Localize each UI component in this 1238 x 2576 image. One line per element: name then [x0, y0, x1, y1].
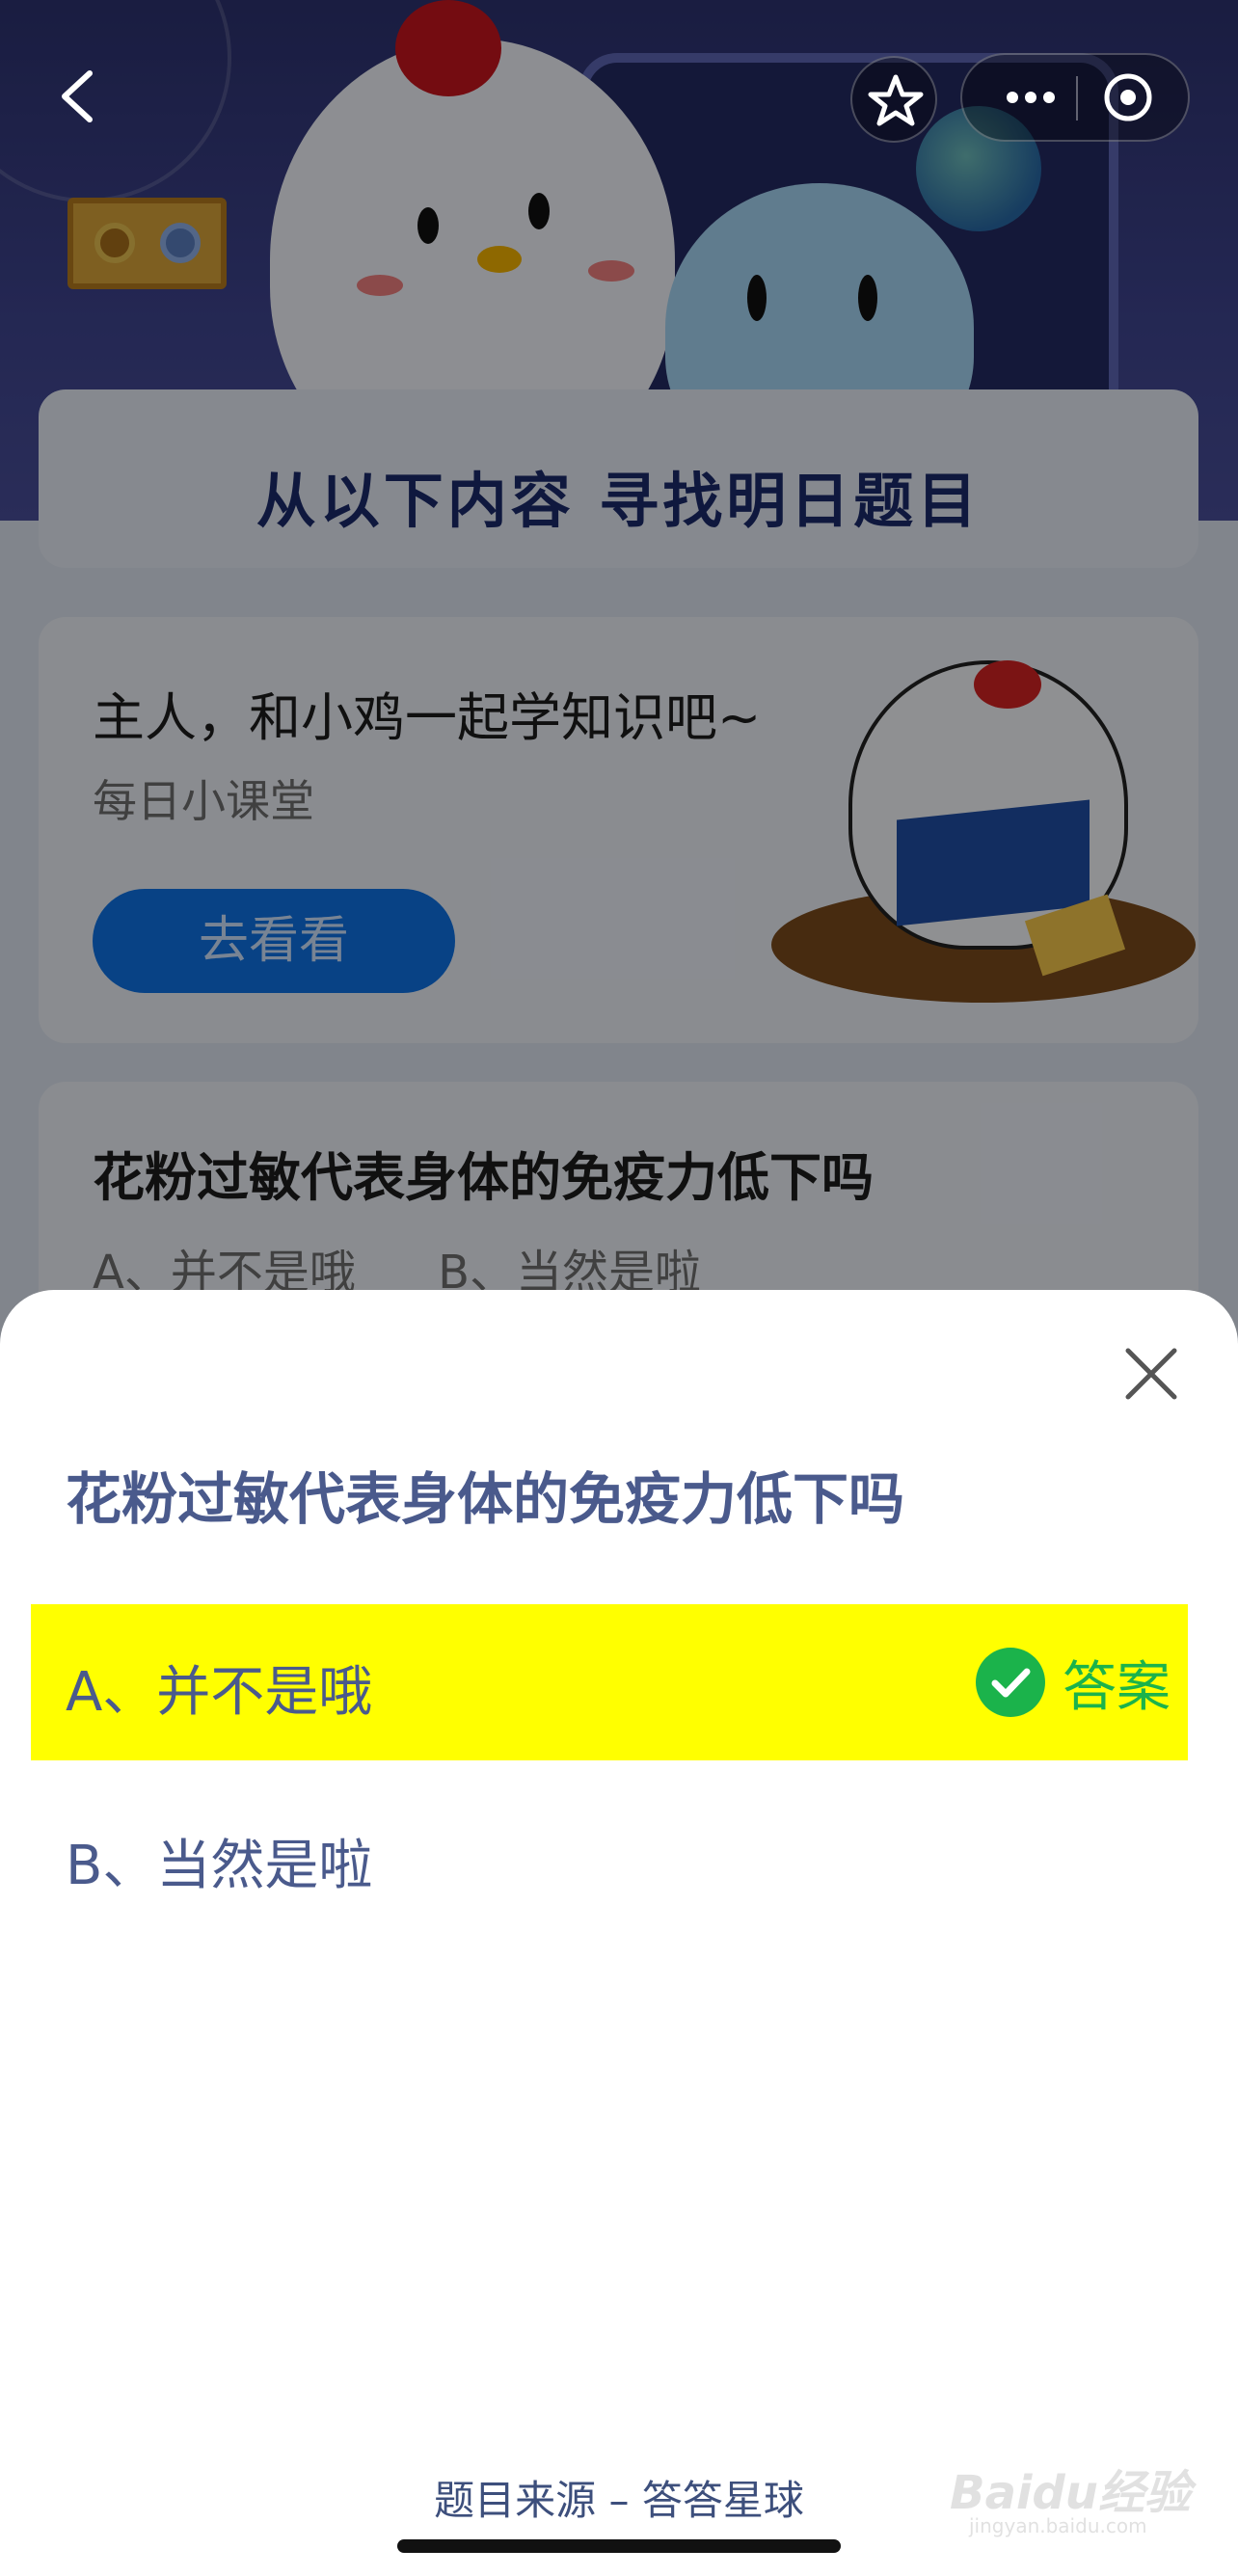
answer-badge-text: 答案	[1063, 1655, 1171, 1719]
favorite-button[interactable]	[850, 56, 937, 143]
option-a[interactable]: A、并不是哦 答案	[31, 1604, 1188, 1760]
close-button[interactable]	[1120, 1343, 1182, 1405]
more-dots-icon	[1007, 92, 1055, 103]
option-b-label: B、当然是啦	[66, 1835, 373, 1897]
option-a-label: A、并不是哦	[66, 1661, 373, 1724]
star-icon	[868, 74, 924, 126]
answer-badge: 答案	[976, 1641, 1171, 1724]
close-miniprogram-button[interactable]	[1080, 55, 1188, 140]
capsule-divider	[1076, 76, 1078, 121]
more-button[interactable]	[982, 55, 1076, 140]
watermark-url: jingyan.baidu.com	[969, 2514, 1147, 2537]
question-title: 花粉过敏代表身体的免疫力低下吗	[66, 1466, 905, 1532]
check-circle-icon	[976, 1648, 1045, 1717]
back-button[interactable]	[53, 67, 101, 125]
watermark-brand: Baidu经验	[950, 2466, 1191, 2520]
baidu-watermark: Baidu经验 jingyan.baidu.com	[950, 2445, 1200, 2541]
close-icon	[1125, 1348, 1177, 1400]
home-indicator[interactable]	[397, 2539, 841, 2553]
answer-sheet: 花粉过敏代表身体的免疫力低下吗 A、并不是哦 答案 B、当然是啦 题目来源 – …	[0, 1290, 1238, 2576]
menu-capsule	[960, 53, 1190, 142]
option-b[interactable]: B、当然是啦	[31, 1778, 1188, 1934]
chevron-left-icon	[62, 70, 93, 122]
target-icon	[1104, 73, 1152, 121]
